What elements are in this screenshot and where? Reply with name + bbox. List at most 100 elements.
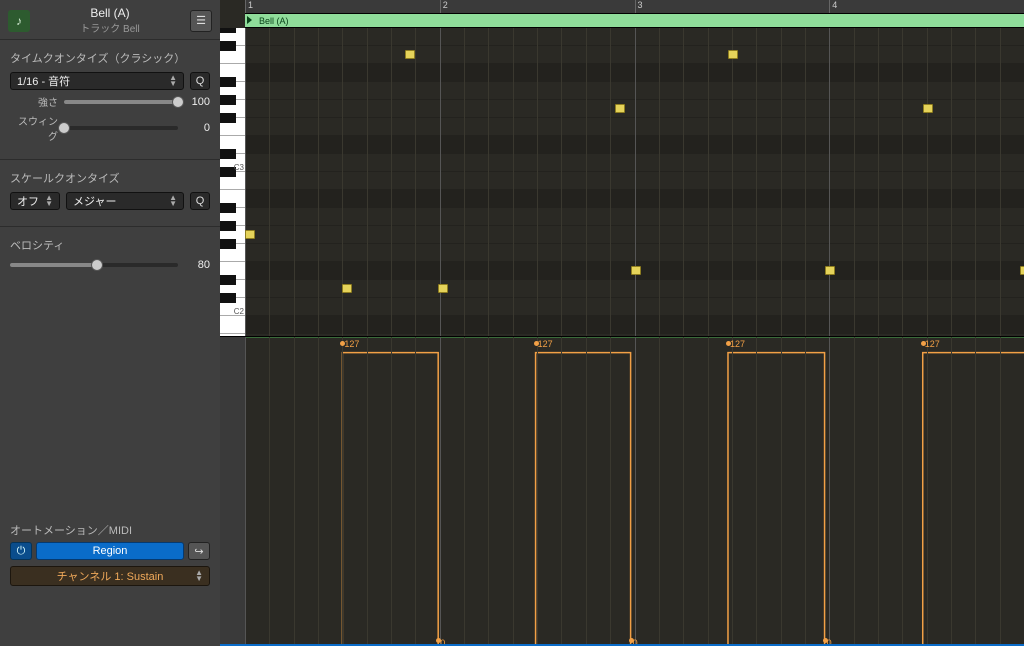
grid-line — [391, 28, 392, 336]
grid-line — [659, 337, 660, 646]
bar-ruler[interactable]: 1234 — [245, 0, 1024, 14]
grid-line — [245, 28, 246, 336]
region-strip[interactable]: Bell (A) — [245, 14, 1024, 28]
midi-note[interactable] — [245, 230, 255, 239]
midi-note[interactable] — [825, 266, 835, 275]
midi-note[interactable] — [342, 284, 352, 293]
black-key[interactable] — [220, 203, 236, 213]
scale-type-select[interactable]: メジャー ▲▼ — [66, 192, 184, 210]
white-key[interactable] — [220, 316, 245, 334]
grid-line — [927, 28, 928, 336]
automation-power-button[interactable]: ⏻ — [10, 542, 32, 560]
piano-roll[interactable]: C3C2 — [220, 28, 1024, 336]
grid-line — [902, 337, 903, 646]
calendar-icon: ☰ — [196, 14, 206, 27]
grid-line — [878, 337, 879, 646]
automation-gutter — [220, 337, 245, 646]
strength-slider[interactable] — [64, 100, 178, 104]
grid-line — [318, 28, 319, 336]
automation-grid[interactable]: 127012701270127 — [245, 337, 1024, 646]
grid-line — [513, 28, 514, 336]
grid-line — [854, 28, 855, 336]
midi-note[interactable] — [438, 284, 448, 293]
region-block[interactable]: Bell (A) — [245, 14, 1024, 27]
grid-line — [367, 337, 368, 646]
swing-slider[interactable] — [64, 126, 178, 130]
grid-line — [756, 337, 757, 646]
black-key[interactable] — [220, 239, 236, 249]
automation-point[interactable] — [436, 638, 441, 643]
automation-value-label: 127 — [344, 339, 359, 349]
automation-point[interactable] — [534, 341, 539, 346]
time-quantize-section: タイムクオンタイズ（クラシック） 1/16 - 音符 ▲▼ Q 強さ 100 ス… — [0, 39, 220, 159]
grid-line — [610, 337, 611, 646]
grid-line — [756, 28, 757, 336]
automation-lane[interactable]: 127012701270127 — [220, 336, 1024, 646]
midi-note[interactable] — [728, 50, 738, 59]
black-key[interactable] — [220, 28, 236, 33]
velocity-section: ベロシティ 80 — [0, 226, 220, 287]
automation-point[interactable] — [629, 638, 634, 643]
scale-apply-button[interactable]: Q — [190, 192, 210, 210]
region-dropdown-button[interactable]: ☰ — [190, 10, 212, 32]
black-key[interactable] — [220, 95, 236, 105]
note-grid[interactable] — [245, 28, 1024, 336]
black-key[interactable] — [220, 41, 236, 51]
automation-cycle-button[interactable]: ↪ — [188, 542, 210, 560]
grid-line — [561, 337, 562, 646]
quantize-value-select[interactable]: 1/16 - 音符 ▲▼ — [10, 72, 184, 90]
scale-quantize-title: スケールクオンタイズ — [10, 170, 210, 186]
grid-line — [488, 28, 489, 336]
piano-keys[interactable]: C3C2 — [220, 28, 245, 336]
chevron-updown-icon: ▲▼ — [45, 195, 53, 207]
midi-note[interactable] — [923, 104, 933, 113]
automation-param-select[interactable]: チャンネル 1: Sustain ▲▼ — [10, 566, 210, 586]
grid-line — [732, 28, 733, 336]
quantize-value-label: 1/16 - 音符 — [17, 73, 70, 89]
automation-point[interactable] — [726, 341, 731, 346]
automation-value-label: 127 — [538, 339, 553, 349]
grid-line — [878, 28, 879, 336]
grid-line — [391, 337, 392, 646]
velocity-slider[interactable] — [10, 263, 178, 267]
region-name: Bell (A) — [38, 6, 182, 20]
grid-line — [537, 28, 538, 336]
black-key[interactable] — [220, 221, 236, 231]
midi-note[interactable] — [615, 104, 625, 113]
grid-line — [829, 28, 830, 336]
grid-line — [440, 337, 441, 646]
black-key[interactable] — [220, 113, 236, 123]
grid-line — [708, 337, 709, 646]
black-key[interactable] — [220, 275, 236, 285]
black-key[interactable] — [220, 293, 236, 303]
region-title: Bell (A) トラック Bell — [38, 6, 182, 35]
grid-line — [781, 28, 782, 336]
grid-line — [708, 28, 709, 336]
inspector-panel: ♪ Bell (A) トラック Bell ☰ タイムクオンタイズ（クラシック） … — [0, 0, 220, 646]
grid-line — [294, 337, 295, 646]
automation-point[interactable] — [823, 638, 828, 643]
bar-marker: 4 — [829, 0, 837, 13]
region-icon[interactable]: ♪ — [8, 10, 30, 32]
grid-line — [854, 337, 855, 646]
black-key[interactable] — [220, 77, 236, 87]
time-quantize-title: タイムクオンタイズ（クラシック） — [10, 50, 210, 66]
editor-area: 1234 Bell (A) C3C2 127012701270127 — [220, 0, 1024, 646]
grid-line — [683, 28, 684, 336]
grid-line — [805, 337, 806, 646]
grid-line — [951, 28, 952, 336]
midi-note[interactable] — [1020, 266, 1024, 275]
black-key[interactable] — [220, 149, 236, 159]
midi-note[interactable] — [631, 266, 641, 275]
midi-note[interactable] — [405, 50, 415, 59]
grid-line — [610, 28, 611, 336]
grid-line — [464, 28, 465, 336]
automation-point[interactable] — [340, 341, 345, 346]
automation-scope-select[interactable]: Region — [36, 542, 184, 560]
grid-line — [464, 337, 465, 646]
quantize-apply-button[interactable]: Q — [190, 72, 210, 90]
scale-enable-select[interactable]: オフ ▲▼ — [10, 192, 60, 210]
strength-label: 強さ — [10, 94, 58, 109]
automation-point[interactable] — [921, 341, 926, 346]
grid-line — [732, 337, 733, 646]
